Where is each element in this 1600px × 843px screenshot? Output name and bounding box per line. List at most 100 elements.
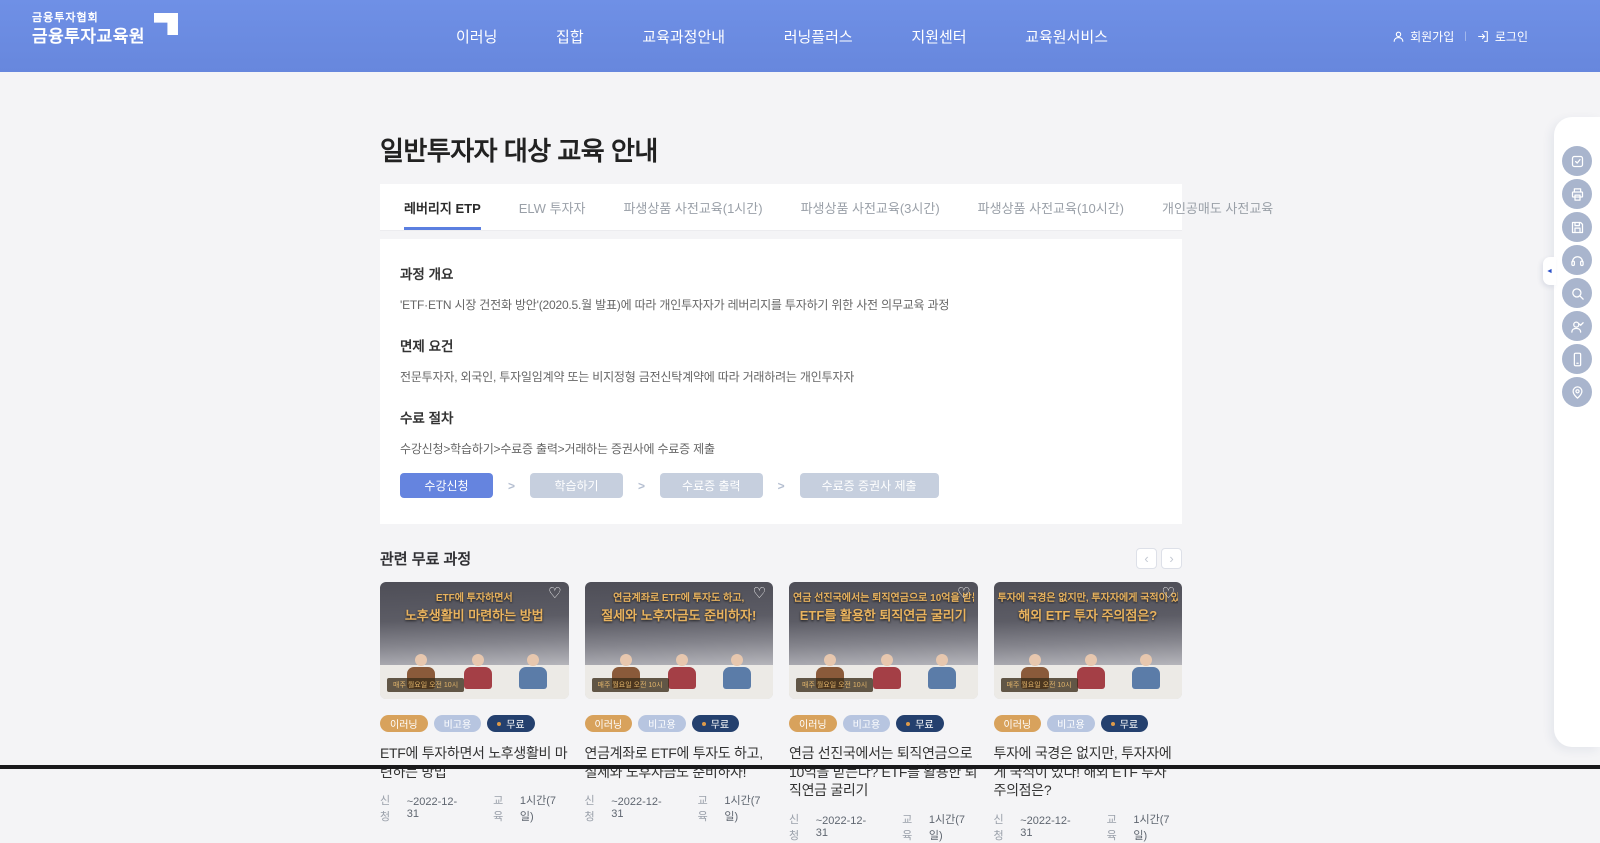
step-apply-button[interactable]: 수강신청: [400, 473, 493, 498]
course-thumbnail[interactable]: ETF에 투자하면서 노후생활비 마련하는 방법 매주 월요일 오전 10시: [380, 582, 569, 699]
education-label: 교육: [1107, 811, 1127, 843]
related-courses-header: 관련 무료 과정: [380, 548, 1182, 569]
tab-short-selling[interactable]: 개인공매도 사전교육: [1162, 184, 1273, 230]
site-logo[interactable]: 금융투자협회 금융투자교육원: [32, 12, 178, 47]
thumbnail-schedule-badge: 매주 월요일 오전 10시: [1001, 678, 1078, 692]
course-thumbnail[interactable]: 투자에 국경은 없지만, 투자자에게 국적이 있나? 해외 ETF 투자 주의점…: [994, 582, 1183, 699]
course-tabs: 레버리지 ETP ELW 투자자 파생상품 사전교육(1시간) 파생상품 사전교…: [380, 184, 1182, 231]
section-body-overview: 'ETF·ETN 시장 건전화 방안'(2020.5.월 발표)에 따라 개인투…: [400, 296, 1162, 313]
completion-process: 수강신청 학습하기 수료증 출력 수료증 증권사 제출: [400, 473, 1162, 498]
main-nav: 이러닝 집합 교육과정안내 러닝플러스 지원센터 교육원서비스: [456, 26, 1108, 47]
signup-label: 회원가입: [1410, 28, 1454, 45]
chevron-right-icon: [638, 479, 645, 493]
search-icon[interactable]: [1562, 278, 1592, 308]
course-title[interactable]: ETF에 투자하면서 노후생활비 마련하는 방법: [380, 744, 569, 781]
tab-derivatives-3h[interactable]: 파생상품 사전교육(3시간): [801, 184, 940, 230]
carousel-next-button[interactable]: [1161, 548, 1182, 569]
education-duration: 1시간(7일): [724, 792, 773, 824]
login-link[interactable]: 로그인: [1477, 28, 1528, 45]
thumbnail-caption: 투자에 국경은 없지만, 투자자에게 국적이 있나? 해외 ETF 투자 주의점…: [994, 589, 1183, 624]
thumbnail-person: [872, 654, 902, 689]
sidebar-collapse-handle[interactable]: [1543, 257, 1556, 285]
carousel-pager: [1136, 548, 1182, 569]
education-duration: 1시간(7일): [520, 792, 569, 824]
location-icon[interactable]: [1562, 377, 1592, 407]
nav-item-institute-services[interactable]: 교육원서비스: [1025, 26, 1108, 47]
mobile-icon[interactable]: [1562, 344, 1592, 374]
education-duration: 1시간(7일): [1133, 811, 1182, 843]
auth-links: 회원가입 | 로그인: [1392, 28, 1528, 45]
course-title[interactable]: 연금계좌로 ETF에 투자도 하고, 절세와 노후자금도 준비하자!: [585, 744, 774, 781]
badge-free: 무료: [692, 715, 739, 732]
course-card[interactable]: 연금 선진국에서는 퇴직연금으로 10억을 받는다! ETF를 활용한 퇴직연금…: [789, 582, 978, 843]
thumbnail-person: [463, 654, 493, 689]
education-label: 교육: [698, 792, 718, 824]
apply-label: 신청: [789, 811, 809, 843]
thumbnail-person: [927, 654, 957, 689]
course-info-panel: 과정 개요 'ETF·ETN 시장 건전화 방안'(2020.5.월 발표)에 …: [380, 239, 1182, 524]
course-card[interactable]: 투자에 국경은 없지만, 투자자에게 국적이 있나? 해외 ETF 투자 주의점…: [994, 582, 1183, 843]
thumbnail-caption: 연금계좌로 ETF에 투자도 하고, 절세와 노후자금도 준비하자!: [585, 589, 774, 624]
tab-elw-investor[interactable]: ELW 투자자: [519, 184, 586, 230]
apply-period: ~2022-12-31: [611, 796, 672, 820]
carousel-prev-button[interactable]: [1136, 548, 1157, 569]
step-learn-button[interactable]: 학습하기: [530, 473, 623, 498]
thumbnail-caption: ETF에 투자하면서 노후생활비 마련하는 방법: [380, 589, 569, 624]
badge-non-employment: 비고용: [843, 715, 891, 732]
chevron-right-icon: [508, 479, 515, 493]
nav-item-group-training[interactable]: 집합: [556, 26, 584, 47]
favorite-heart-icon[interactable]: [548, 586, 561, 601]
badge-non-employment: 비고용: [434, 715, 482, 732]
course-title[interactable]: 연금 선진국에서는 퇴직연금으로 10억을 받는다? ETF를 활용한 퇴직연금…: [789, 744, 978, 800]
tab-derivatives-10h[interactable]: 파생상품 사전교육(10시간): [978, 184, 1124, 230]
printer-icon[interactable]: [1562, 179, 1592, 209]
thumbnail-schedule-badge: 매주 월요일 오전 10시: [387, 678, 464, 692]
badge-free-dot: [906, 722, 910, 726]
badge-elearning: 이러닝: [585, 715, 633, 732]
badge-free: 무료: [896, 715, 943, 732]
headset-icon[interactable]: [1562, 245, 1592, 275]
logo-flag-icon: [154, 13, 178, 35]
section-heading-exemption: 면제 요건: [400, 335, 1162, 355]
course-badges: 이러닝 비고용 무료: [380, 715, 569, 732]
badge-free: 무료: [1101, 715, 1148, 732]
course-card[interactable]: ETF에 투자하면서 노후생활비 마련하는 방법 매주 월요일 오전 10시 이…: [380, 582, 569, 843]
favorite-heart-icon[interactable]: [753, 586, 766, 601]
course-card[interactable]: 연금계좌로 ETF에 투자도 하고, 절세와 노후자금도 준비하자! 매주 월요…: [585, 582, 774, 843]
tab-derivatives-1h[interactable]: 파생상품 사전교육(1시간): [623, 184, 762, 230]
course-thumbnail[interactable]: 연금 선진국에서는 퇴직연금으로 10억을 받는다! ETF를 활용한 퇴직연금…: [789, 582, 978, 699]
favorite-heart-icon[interactable]: [957, 586, 970, 601]
nav-item-learning-plus[interactable]: 러닝플러스: [784, 26, 853, 47]
signup-link[interactable]: 회원가입: [1392, 28, 1454, 45]
nav-item-support-center[interactable]: 지원센터: [911, 26, 966, 47]
apply-label: 신청: [994, 811, 1014, 843]
chevron-right-icon: [778, 479, 785, 493]
save-icon[interactable]: [1562, 212, 1592, 242]
step-submit-certificate-button[interactable]: 수료증 증권사 제출: [800, 473, 939, 498]
quick-menu-sidebar: [1554, 117, 1600, 747]
favorite-heart-icon[interactable]: [1162, 586, 1175, 601]
nav-item-course-guide[interactable]: 교육과정안내: [642, 26, 725, 47]
thumbnail-person: [667, 654, 697, 689]
footer-top-edge: [0, 765, 1600, 769]
section-body-exemption: 전문투자자, 외국인, 투자일임계약 또는 비지정형 금전신탁계약에 따라 거래…: [400, 368, 1162, 385]
checklist-icon[interactable]: [1562, 146, 1592, 176]
badge-elearning: 이러닝: [789, 715, 837, 732]
member-check-icon[interactable]: [1562, 311, 1592, 341]
page-container: 일반투자자 대상 교육 안내 레버리지 ETP ELW 투자자 파생상품 사전교…: [380, 0, 1182, 843]
tab-leverage-etp[interactable]: 레버리지 ETP: [404, 184, 481, 230]
apply-period: ~2022-12-31: [407, 796, 468, 820]
course-card-list: ETF에 투자하면서 노후생활비 마련하는 방법 매주 월요일 오전 10시 이…: [380, 582, 1182, 843]
course-title[interactable]: 투자에 국경은 없지만, 투자자에게 국적이 있다! 해외 ETF 투자 주의점…: [994, 744, 1183, 800]
main-header: 금융투자협회 금융투자교육원 이러닝 집합 교육과정안내 러닝플러스 지원센터 …: [0, 0, 1600, 72]
logo-text: 금융투자협회 금융투자교육원: [32, 12, 145, 47]
course-thumbnail[interactable]: 연금계좌로 ETF에 투자도 하고, 절세와 노후자금도 준비하자! 매주 월요…: [585, 582, 774, 699]
badge-free-dot: [702, 722, 706, 726]
education-duration: 1시간(7일): [929, 811, 978, 843]
step-print-certificate-button[interactable]: 수료증 출력: [660, 473, 763, 498]
login-icon: [1477, 30, 1490, 43]
nav-item-elearning[interactable]: 이러닝: [456, 26, 497, 47]
thumbnail-person: [722, 654, 752, 689]
course-badges: 이러닝 비고용 무료: [789, 715, 978, 732]
thumbnail-schedule-badge: 매주 월요일 오전 10시: [796, 678, 873, 692]
